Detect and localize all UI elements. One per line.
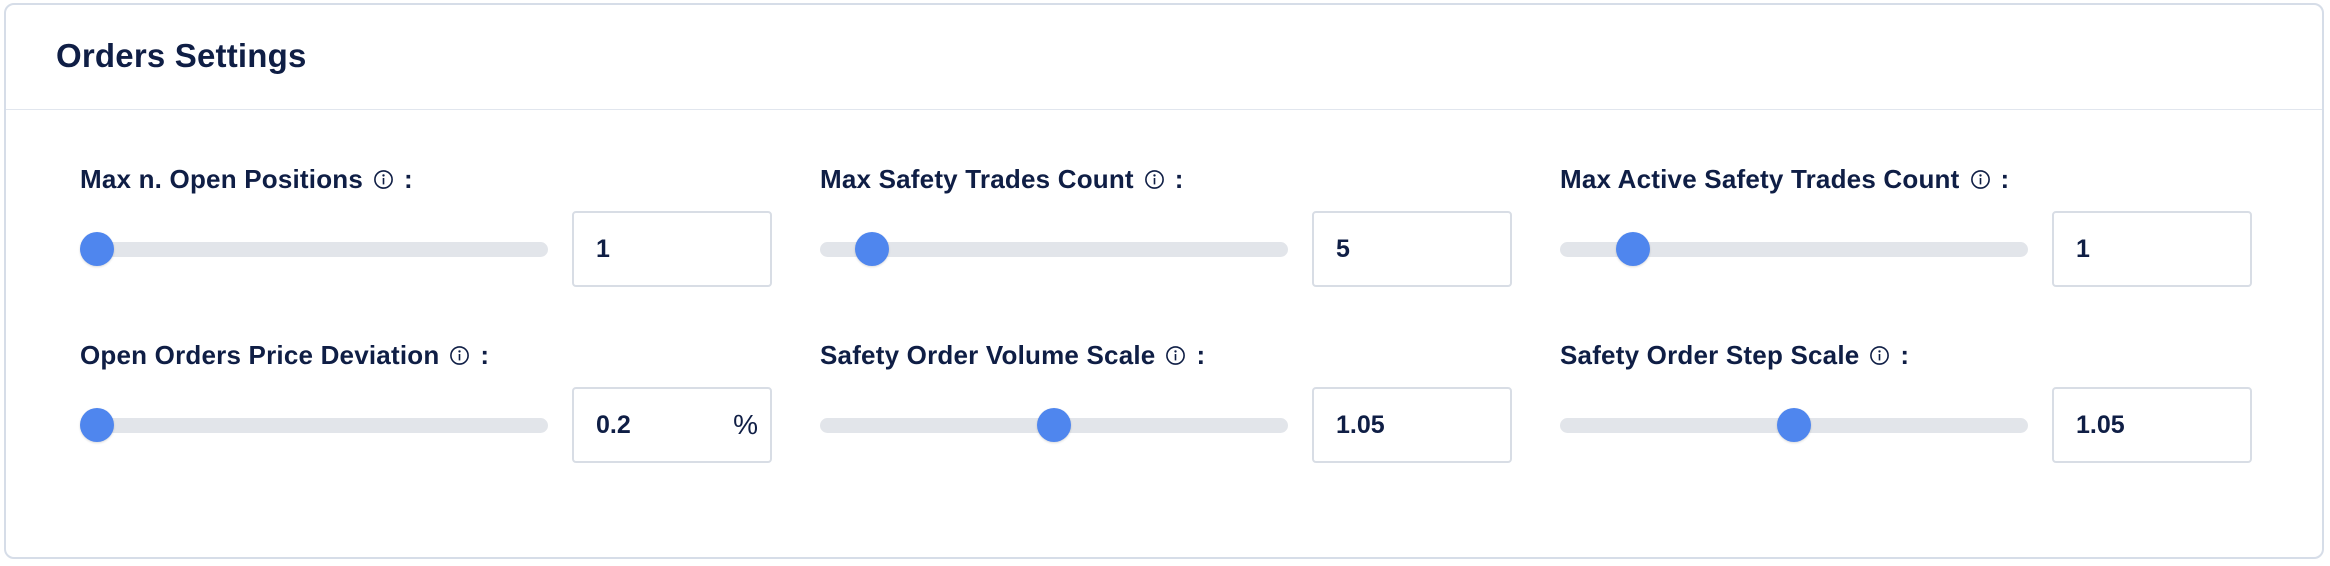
label-colon: : bbox=[480, 339, 490, 370]
label-colon: : bbox=[1174, 163, 1184, 194]
max-active-safety-trades-count-slider[interactable] bbox=[1560, 231, 2028, 267]
max-safety-trades-count-slider[interactable] bbox=[820, 231, 1288, 267]
field-label-text: Safety Order Volume Scale bbox=[820, 339, 1156, 370]
field-max-open-positions: Max n. Open Positions : bbox=[80, 161, 780, 311]
slider-thumb[interactable] bbox=[854, 232, 889, 266]
info-icon[interactable] bbox=[1970, 169, 1991, 190]
info-icon[interactable] bbox=[1144, 169, 1165, 190]
max-open-positions-slider[interactable] bbox=[80, 231, 548, 267]
open-orders-price-deviation-input[interactable] bbox=[596, 389, 716, 461]
safety-order-volume-scale-input[interactable] bbox=[1336, 389, 1456, 461]
field-open-orders-price-deviation: Open Orders Price Deviation : % bbox=[80, 337, 780, 487]
field-label: Max Safety Trades Count : bbox=[820, 161, 1184, 197]
max-safety-trades-count-input[interactable] bbox=[1336, 213, 1456, 285]
slider-thumb[interactable] bbox=[80, 232, 114, 266]
label-colon: : bbox=[1900, 339, 1910, 370]
safety-order-volume-scale-slider[interactable] bbox=[820, 407, 1288, 443]
info-icon[interactable] bbox=[1869, 345, 1890, 366]
field-label: Safety Order Volume Scale : bbox=[820, 337, 1205, 373]
open-orders-price-deviation-input-box[interactable]: % bbox=[572, 387, 772, 463]
safety-order-step-scale-input[interactable] bbox=[2076, 389, 2196, 461]
safety-order-step-scale-input-box[interactable] bbox=[2052, 387, 2252, 463]
panel-header: Orders Settings bbox=[6, 5, 2322, 110]
slider-thumb[interactable] bbox=[80, 408, 114, 442]
field-label: Open Orders Price Deviation : bbox=[80, 337, 489, 373]
field-label-text: Max n. Open Positions bbox=[80, 163, 364, 194]
field-label: Max Active Safety Trades Count : bbox=[1560, 161, 2009, 197]
slider-track[interactable] bbox=[820, 242, 1288, 257]
field-label-text: Max Safety Trades Count bbox=[820, 163, 1134, 194]
info-icon[interactable] bbox=[1165, 345, 1186, 366]
panel-title: Orders Settings bbox=[56, 37, 307, 74]
info-icon[interactable] bbox=[373, 169, 394, 190]
info-icon[interactable] bbox=[449, 345, 470, 366]
field-safety-order-volume-scale: Safety Order Volume Scale : bbox=[820, 337, 1520, 487]
slider-track[interactable] bbox=[80, 418, 548, 433]
field-label-text: Safety Order Step Scale bbox=[1560, 339, 1860, 370]
percent-suffix: % bbox=[733, 409, 758, 440]
safety-order-step-scale-slider[interactable] bbox=[1560, 407, 2028, 443]
field-label-text: Open Orders Price Deviation bbox=[80, 339, 440, 370]
max-active-safety-trades-count-input-box[interactable] bbox=[2052, 211, 2252, 287]
slider-thumb[interactable] bbox=[1037, 408, 1071, 442]
field-label: Safety Order Step Scale : bbox=[1560, 337, 1909, 373]
max-open-positions-input[interactable] bbox=[596, 213, 716, 285]
field-max-safety-trades-count: Max Safety Trades Count : bbox=[820, 161, 1520, 311]
max-open-positions-input-box[interactable] bbox=[572, 211, 772, 287]
safety-order-volume-scale-input-box[interactable] bbox=[1312, 387, 1512, 463]
field-label: Max n. Open Positions : bbox=[80, 161, 413, 197]
slider-thumb[interactable] bbox=[1616, 232, 1651, 266]
max-safety-trades-count-input-box[interactable] bbox=[1312, 211, 1512, 287]
field-max-active-safety-trades-count: Max Active Safety Trades Count : bbox=[1560, 161, 2260, 311]
field-label-text: Max Active Safety Trades Count bbox=[1560, 163, 1960, 194]
field-safety-order-step-scale: Safety Order Step Scale : bbox=[1560, 337, 2260, 487]
label-colon: : bbox=[1196, 339, 1206, 370]
open-orders-price-deviation-slider[interactable] bbox=[80, 407, 548, 443]
label-colon: : bbox=[2000, 163, 2010, 194]
label-colon: : bbox=[404, 163, 413, 194]
slider-thumb[interactable] bbox=[1777, 408, 1811, 442]
slider-track[interactable] bbox=[80, 242, 548, 257]
max-active-safety-trades-count-input[interactable] bbox=[2076, 213, 2196, 285]
orders-settings-panel: Orders Settings Max n. Open Positions : … bbox=[4, 3, 2324, 559]
